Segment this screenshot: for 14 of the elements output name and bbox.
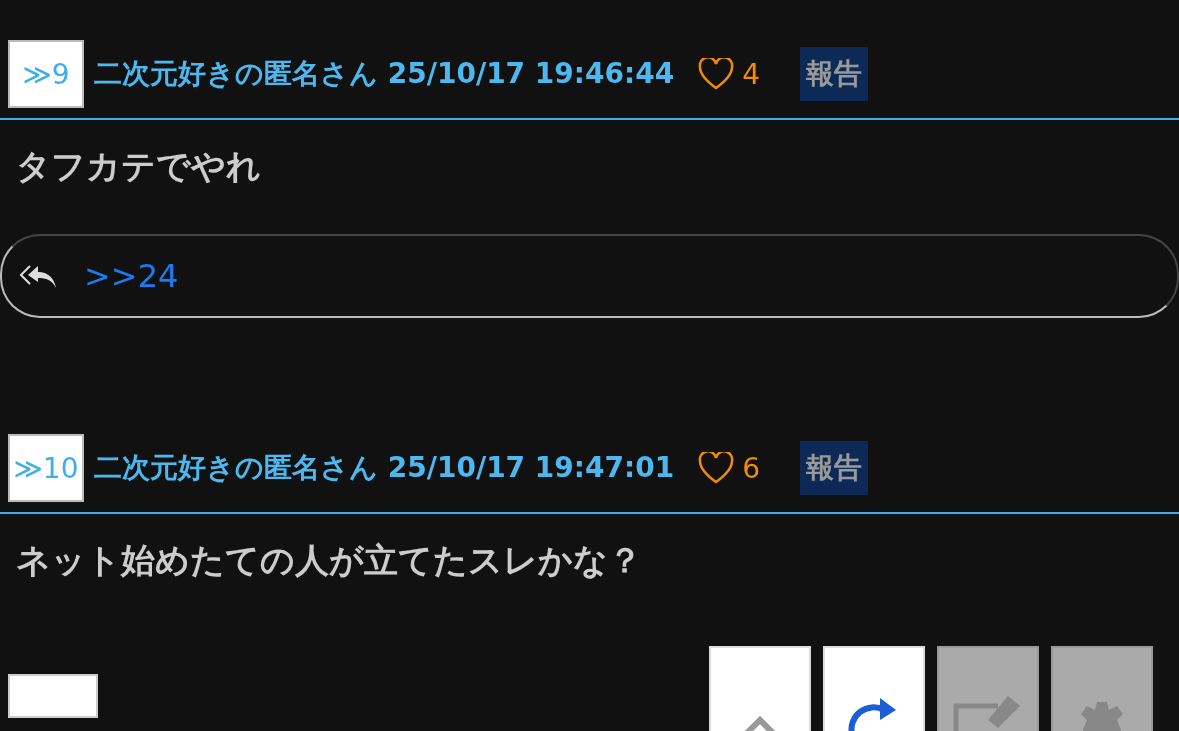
post-number-button[interactable]: ≫10 bbox=[8, 434, 84, 502]
like-button[interactable]: 4 bbox=[698, 57, 760, 91]
heart-icon bbox=[698, 452, 735, 484]
reply-all-icon bbox=[20, 264, 58, 288]
reply-link[interactable]: >>24 bbox=[84, 257, 179, 295]
post-meta: 二次元好きの匿名さん 25/10/17 19:46:44 bbox=[94, 56, 675, 92]
like-button[interactable]: 6 bbox=[698, 451, 760, 485]
heart-icon bbox=[698, 58, 735, 90]
post-number-button[interactable]: ≫9 bbox=[8, 40, 84, 108]
post-meta: 二次元好きの匿名さん 25/10/17 19:47:01 bbox=[94, 450, 675, 486]
report-button[interactable]: 報告 bbox=[799, 47, 868, 101]
report-button[interactable]: 報告 bbox=[799, 441, 868, 495]
post-body: ネット始めたての人が立てたスレかな？ bbox=[15, 539, 643, 582]
post-body: タフカテでやれ bbox=[15, 145, 262, 188]
